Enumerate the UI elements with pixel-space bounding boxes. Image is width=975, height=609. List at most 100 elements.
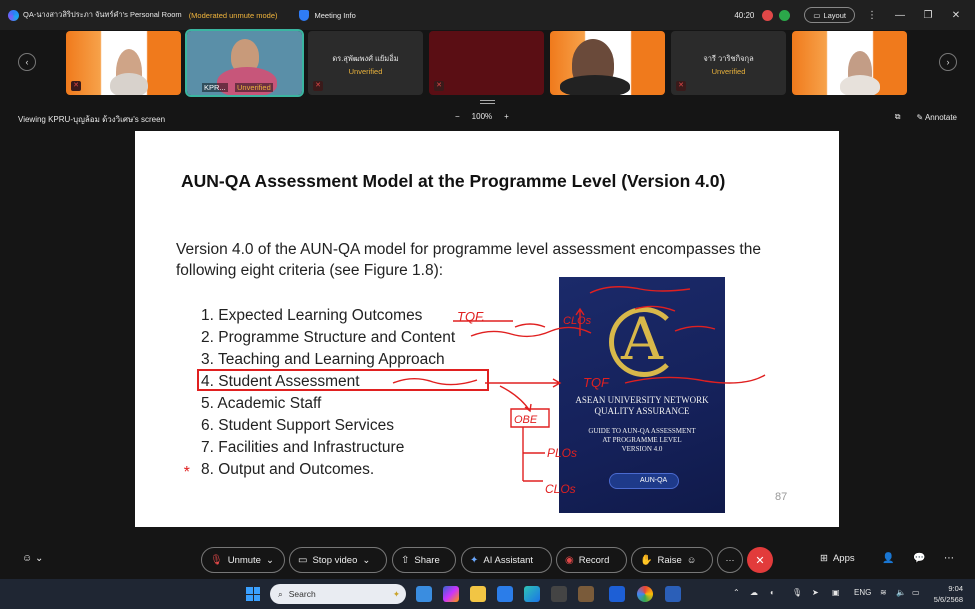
share-button[interactable]: ⇧ Share — [392, 547, 456, 573]
layout-icon: ▭ — [813, 10, 821, 20]
book-line5: VERSION 4.0 — [621, 445, 663, 453]
book-line4: AT PROGRAMME LEVEL — [602, 436, 682, 444]
strip-next-button[interactable]: › — [939, 53, 957, 71]
more-options-button[interactable]: ··· — [717, 547, 743, 573]
recording-status-icon — [762, 9, 774, 21]
close-icon[interactable]: ✕ — [945, 10, 967, 21]
mic-muted-tray-icon[interactable]: 🎙 — [792, 588, 802, 597]
share-label: Share — [414, 554, 440, 566]
clock-date: 5/6/2568 — [933, 595, 963, 604]
list-item: 1. Expected Learning Outcomes — [201, 307, 423, 324]
slide-title: AUN-QA Assessment Model at the Programme… — [181, 171, 726, 191]
participant-tile[interactable]: ✕ — [429, 31, 544, 95]
more-panel-icon[interactable]: ⋯ — [944, 553, 954, 564]
task-view-icon[interactable] — [416, 586, 432, 602]
chevron-left-icon: ‹ — [25, 57, 29, 67]
battery-icon[interactable]: ▭ — [912, 588, 920, 597]
mail-icon[interactable] — [497, 586, 513, 602]
unmute-button[interactable]: 🎙 Unmute ⌄ — [201, 547, 285, 573]
ink-arrow — [485, 378, 562, 388]
chevron-down-icon: ⌄ — [362, 554, 371, 566]
shield-icon — [299, 9, 310, 21]
webex-logo-icon — [8, 9, 19, 21]
send-icon[interactable]: ➤ — [812, 588, 819, 597]
strip-resize-handle[interactable] — [480, 100, 495, 104]
more-options-icon[interactable]: ⋮ — [861, 10, 883, 21]
reactions-button[interactable]: ☺ ⌄ — [22, 553, 43, 564]
hand-icon: ✋ — [640, 554, 653, 566]
leave-meeting-button[interactable]: ✕ — [747, 547, 773, 573]
stop-video-button[interactable]: ▭ Stop video ⌄ — [289, 547, 387, 573]
ai-assistant-button[interactable]: ✦ AI Assistant — [461, 547, 552, 573]
tray-chevron-icon[interactable]: ⌃ — [733, 588, 740, 597]
participants-icon[interactable]: 👤 — [882, 553, 894, 564]
book-line2: QUALITY ASSURANCE — [594, 406, 690, 416]
meeting-controls: ☺ ⌄ 🎙 Unmute ⌄ ▭ Stop video ⌄ ⇧ Share ✦ … — [0, 543, 975, 577]
start-button[interactable] — [246, 587, 260, 601]
reaction-icon: ☺ — [686, 554, 697, 566]
chrome-icon[interactable] — [637, 586, 653, 602]
book-line3: GUIDE TO AUN-QA ASSESSMENT — [588, 427, 696, 435]
raise-label: Raise — [657, 554, 682, 566]
word-icon[interactable] — [665, 586, 681, 602]
participant-strip: ‹ H ✕ KPR... Unverified ดร.สุพัฒพงศ์ แย้… — [0, 29, 975, 97]
logo-h: H — [161, 39, 170, 53]
ink-obe-box — [510, 408, 550, 428]
chat-icon[interactable]: 💬 — [913, 553, 925, 564]
moderated-mode-label: (Moderated unmute mode) — [188, 10, 278, 20]
participant-tile[interactable]: H ✕ — [66, 31, 181, 95]
meeting-info-button[interactable]: Meeting Info — [299, 9, 356, 21]
office-app-icon[interactable] — [578, 586, 594, 602]
apps-button[interactable]: ⊞ Apps — [820, 553, 855, 564]
book-line1: ASEAN UNIVERSITY NETWORK — [575, 395, 709, 405]
participant-tile-active[interactable]: KPR... Unverified — [185, 29, 304, 97]
room-title: QA-นางสาวสิริประภา จันทร์คำ's Personal R… — [23, 10, 182, 19]
taskbar-search[interactable]: ⌕ Search ✦ — [270, 584, 406, 604]
tray-app-icon[interactable]: ◐ — [770, 588, 775, 597]
layout-label: Layout — [823, 10, 846, 20]
book-badge: AUN-QA — [609, 473, 679, 489]
share-toolbar: Viewing KPRU-บุญล้อม ด้วงวิเศษ's screen … — [0, 108, 975, 128]
search-placeholder: Search — [288, 589, 316, 599]
file-explorer-icon[interactable] — [470, 586, 486, 602]
volume-icon[interactable]: 🔈 — [896, 588, 906, 597]
raise-hand-button[interactable]: ✋ Raise ☺ — [631, 547, 713, 573]
minimize-icon[interactable]: — — [889, 10, 911, 21]
page-number: 87 — [775, 491, 788, 503]
mic-muted-icon: ✕ — [313, 81, 323, 91]
participant-tile[interactable]: H — [792, 31, 907, 95]
tray-window-icon[interactable]: ▣ — [832, 588, 840, 597]
edge-icon[interactable] — [524, 586, 540, 602]
store-icon[interactable] — [551, 586, 567, 602]
participant-tile[interactable]: ดร.สุพัฒพงศ์ แย้มอิ่ม Unverified ✕ — [308, 31, 423, 95]
annotation-highlight-box — [197, 369, 489, 391]
zoom-in-button[interactable]: + — [504, 112, 509, 121]
language-indicator[interactable]: ENG — [854, 588, 871, 597]
ai-assistant-label: AI Assistant — [483, 554, 534, 566]
zoom-out-button[interactable]: − — [455, 112, 460, 121]
chevron-right-icon: › — [946, 57, 950, 67]
connection-status-icon — [779, 9, 791, 21]
wifi-icon[interactable]: ≋ — [880, 588, 887, 597]
unmute-label: Unmute — [227, 554, 261, 566]
restore-icon[interactable]: ❐ — [917, 10, 939, 21]
cloud-icon[interactable]: ☁ — [750, 588, 758, 597]
shared-slide: AUN-QA Assessment Model at the Programme… — [135, 131, 839, 527]
participant-tile[interactable]: H — [550, 31, 665, 95]
webex-taskbar-icon[interactable] — [609, 586, 625, 602]
record-button[interactable]: ◉ Record — [556, 547, 627, 573]
list-item: 3. Teaching and Learning Approach — [201, 351, 445, 368]
participant-name: จารี วาริชกิจกุล — [703, 54, 754, 63]
layout-button[interactable]: ▭ Layout — [804, 7, 855, 23]
participant-tile[interactable]: จารี วาริชกิจกุล Unverified ✕ — [671, 31, 786, 95]
system-clock[interactable]: 9:04 5/6/2568 — [934, 583, 963, 605]
copilot-icon[interactable] — [443, 586, 459, 602]
search-icon: ⌕ — [278, 588, 283, 599]
ai-assistant-icon: ✦ — [470, 554, 479, 566]
popout-icon[interactable]: ⧉ — [895, 112, 901, 122]
annotate-button[interactable]: ✎ Annotate — [916, 113, 957, 122]
copilot-sparkle-icon: ✦ — [392, 588, 400, 599]
strip-prev-button[interactable]: ‹ — [18, 53, 36, 71]
list-item: 5. Academic Staff — [201, 395, 322, 412]
list-item: 6. Student Support Services — [201, 417, 395, 434]
